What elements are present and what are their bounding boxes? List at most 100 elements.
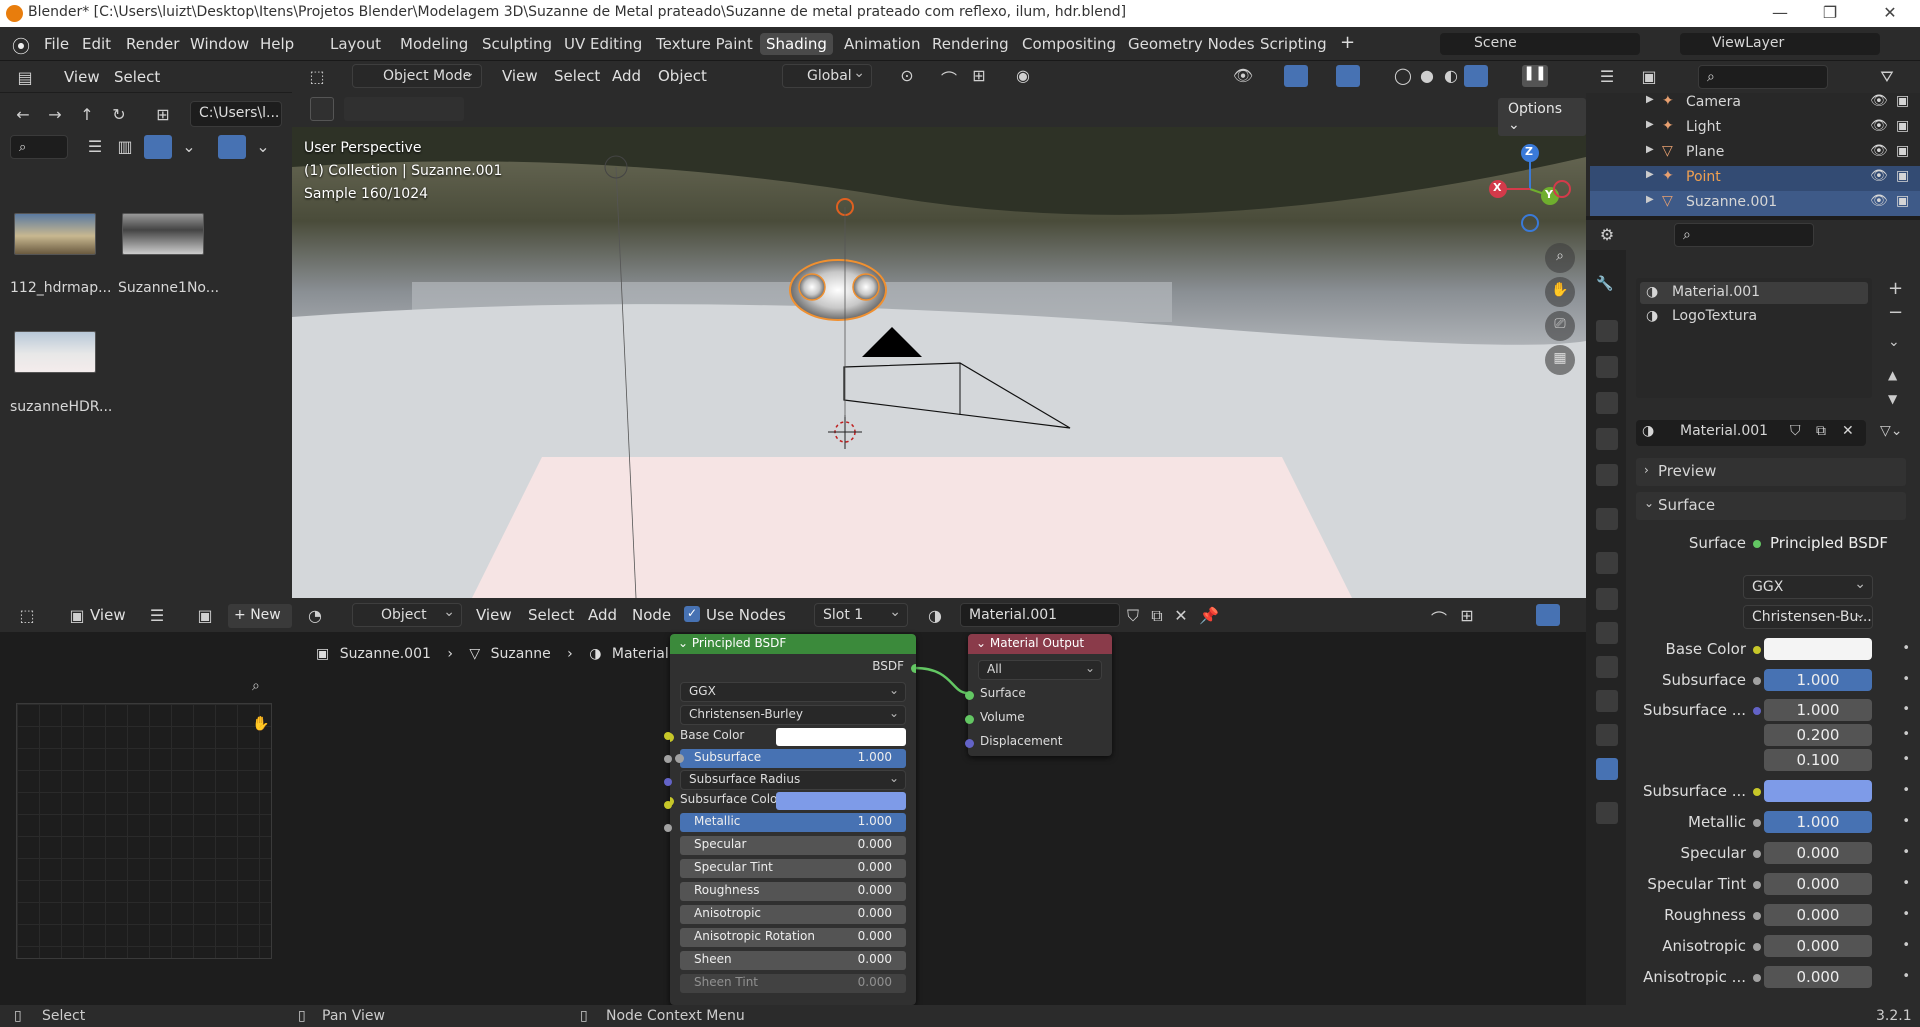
- keyframe-dot-icon[interactable]: •: [1902, 783, 1910, 798]
- keyframe-dot-icon[interactable]: •: [1902, 702, 1910, 717]
- chevron-down-icon[interactable]: ⌄: [1888, 334, 1900, 350]
- refresh-icon[interactable]: ↻: [108, 105, 130, 124]
- property-value-field[interactable]: 0.000: [1764, 966, 1872, 988]
- zoom-icon[interactable]: ⌕: [1545, 243, 1575, 273]
- scene-tab-icon[interactable]: [1596, 428, 1618, 450]
- rendered-shading-icon[interactable]: [1464, 65, 1488, 87]
- surface-section[interactable]: ⌄ Surface: [1636, 492, 1906, 520]
- material-shading-icon[interactable]: ◐: [1440, 66, 1462, 85]
- property-value-field[interactable]: 0.100: [1764, 749, 1872, 771]
- node-header[interactable]: ⌄ Material Output: [968, 634, 1112, 654]
- mode-select[interactable]: Object Mode: [352, 64, 482, 88]
- tab-shading[interactable]: Shading: [760, 33, 833, 55]
- file-thumbnail[interactable]: [122, 213, 204, 255]
- node-slider[interactable]: Specular 0.000: [680, 836, 906, 855]
- property-value-field[interactable]: 0.200: [1764, 724, 1872, 746]
- editor-type-icon[interactable]: ⚙: [1596, 225, 1618, 244]
- transform-orientation-select[interactable]: Global: [782, 64, 872, 88]
- node-slider[interactable]: Metallic 1.000: [680, 813, 906, 832]
- socket-icon[interactable]: [1753, 677, 1761, 685]
- visibility-eye-icon[interactable]: 👁: [1870, 193, 1888, 209]
- visibility-icon[interactable]: 👁: [1232, 66, 1254, 85]
- output-tab-icon[interactable]: [1596, 356, 1618, 378]
- back-arrow-icon[interactable]: ←: [12, 105, 34, 124]
- node-slider[interactable]: Roughness 0.000: [680, 882, 906, 901]
- add-workspace-button[interactable]: +: [1334, 30, 1361, 55]
- property-value-field[interactable]: 0.000: [1764, 842, 1872, 864]
- material-tab-icon[interactable]: [1596, 758, 1618, 780]
- move-up-icon[interactable]: ▲: [1888, 368, 1897, 382]
- property-value-field[interactable]: [1764, 780, 1872, 802]
- node-slider[interactable]: Subsurface 1.000: [675, 749, 906, 768]
- socket-icon[interactable]: [1753, 788, 1761, 796]
- property-value-field[interactable]: 0.000: [1764, 904, 1872, 926]
- fake-user-icon[interactable]: ⛉: [1790, 423, 1801, 439]
- new-image-button[interactable]: + New: [228, 604, 292, 628]
- render-camera-icon[interactable]: ▣: [1896, 93, 1909, 109]
- node-subsurface-method-select[interactable]: Christensen-Burley: [680, 705, 906, 725]
- file-thumbnail[interactable]: [14, 213, 96, 255]
- material-output-node[interactable]: ⌄ Material Output All Surface Volume Dis…: [965, 634, 1112, 756]
- minimize-button[interactable]: —: [1760, 3, 1800, 22]
- vp-menu-view[interactable]: View: [502, 67, 538, 85]
- node-slider[interactable]: Sheen 0.000: [680, 951, 906, 970]
- expand-arrow-icon[interactable]: ▶: [1646, 194, 1654, 205]
- file-label[interactable]: Suzanne1No...: [118, 280, 219, 296]
- property-value-field[interactable]: 1.000: [1764, 699, 1872, 721]
- outliner-row[interactable]: ▶ ✦ Light 👁 ▣: [1590, 116, 1920, 141]
- expand-arrow-icon[interactable]: ▶: [1646, 144, 1654, 155]
- surface-shader-value[interactable]: Principled BSDF: [1770, 534, 1888, 552]
- pan-hand-icon[interactable]: ✋: [1545, 277, 1575, 307]
- tab-layout[interactable]: Layout: [324, 33, 387, 55]
- parent-directory-icon[interactable]: ↑: [76, 105, 98, 124]
- snap-icon[interactable]: ⌒: [938, 66, 960, 90]
- fb-menu-select[interactable]: Select: [114, 68, 160, 86]
- outliner-search-input[interactable]: ⌕: [1698, 65, 1828, 89]
- pivot-icon[interactable]: ⊙: [896, 66, 918, 85]
- fb-menu-view[interactable]: View: [64, 68, 100, 86]
- vp-menu-object[interactable]: Object: [658, 67, 707, 85]
- unlink-icon[interactable]: ✕: [1842, 423, 1854, 439]
- tab-animation[interactable]: Animation: [838, 33, 926, 55]
- outliner-row[interactable]: ▶ ▽ Suzanne.001 👁 ▣: [1590, 191, 1920, 216]
- chevron-down-icon[interactable]: ⌄: [252, 137, 274, 156]
- expand-arrow-icon[interactable]: ▶: [1646, 94, 1654, 105]
- view-layer-selector[interactable]: ViewLayer: [1680, 33, 1880, 55]
- expand-arrow-icon[interactable]: ▶: [1646, 169, 1654, 180]
- ie-menu-view[interactable]: View: [90, 606, 126, 624]
- keyframe-dot-icon[interactable]: •: [1902, 641, 1910, 656]
- socket-icon[interactable]: [1753, 881, 1761, 889]
- node-slider[interactable]: Specular Tint 0.000: [680, 859, 906, 878]
- image-browse-icon[interactable]: ▣: [194, 606, 216, 625]
- material-datablock[interactable]: ◑ Material.001 ⛉ ⧉ ✕: [1636, 420, 1866, 446]
- subsurface-method-select[interactable]: Christensen-Bu...: [1743, 605, 1873, 629]
- hamburger-menu-icon[interactable]: ☰: [146, 606, 168, 625]
- render-camera-icon[interactable]: ▣: [1896, 193, 1909, 209]
- keyframe-dot-icon[interactable]: •: [1902, 752, 1910, 767]
- object-tab-icon[interactable]: [1596, 552, 1618, 574]
- node-slider[interactable]: Anisotropic 0.000: [680, 905, 906, 924]
- editor-type-icon[interactable]: ⬚: [306, 67, 328, 86]
- tool-tab-icon[interactable]: 🔧: [1596, 276, 1618, 298]
- keyframe-dot-icon[interactable]: •: [1902, 727, 1910, 742]
- render-camera-icon[interactable]: ▣: [1896, 143, 1909, 159]
- visibility-eye-icon[interactable]: 👁: [1870, 168, 1888, 184]
- socket-icon[interactable]: [1753, 646, 1761, 654]
- shader-socket-icon[interactable]: [965, 715, 974, 724]
- property-value-field[interactable]: 1.000: [1764, 811, 1872, 833]
- material-browse-icon[interactable]: ◑: [1642, 423, 1654, 439]
- keyframe-dot-icon[interactable]: •: [1902, 672, 1910, 687]
- vertical-list-icon[interactable]: ☰: [84, 137, 106, 156]
- subsurface-color-swatch[interactable]: [776, 792, 906, 810]
- shader-socket-icon[interactable]: [965, 691, 974, 700]
- maximize-button[interactable]: ❐: [1810, 3, 1850, 22]
- file-thumbnail[interactable]: [14, 331, 96, 373]
- close-button[interactable]: ✕: [1870, 3, 1910, 22]
- menu-render[interactable]: Render: [126, 35, 179, 53]
- chevron-down-icon[interactable]: ⌄: [178, 137, 200, 156]
- subsurface-radius-input[interactable]: Subsurface Radius: [680, 770, 906, 790]
- data-tab-icon[interactable]: [1596, 724, 1618, 746]
- render-tab-icon[interactable]: [1596, 320, 1618, 342]
- socket-icon[interactable]: [1753, 707, 1761, 715]
- options-button[interactable]: Options ⌄: [1498, 98, 1586, 136]
